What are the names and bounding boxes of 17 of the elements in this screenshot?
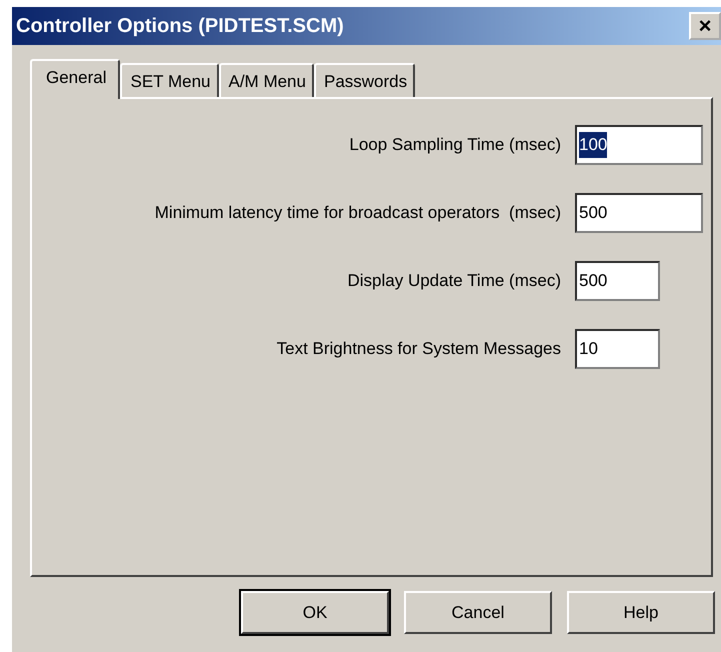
dialog-button[interactable]: Cancel: [404, 591, 552, 634]
field-label: Display Update Time (msec): [347, 270, 561, 292]
field-label: Text Brightness for System Messages: [276, 338, 561, 360]
input-field[interactable]: 500: [575, 193, 703, 233]
field-label: Loop Sampling Time (msec): [349, 134, 561, 156]
tab[interactable]: Passwords: [314, 63, 416, 97]
close-button[interactable]: ×: [689, 12, 721, 40]
dialog-button[interactable]: Help: [567, 591, 715, 634]
dialog-button[interactable]: OK: [241, 591, 389, 634]
tab[interactable]: A/M Menu: [218, 63, 314, 97]
tab[interactable]: SET Menu: [120, 63, 218, 97]
field-label: Minimum latency time for broadcast operators (msec): [154, 202, 561, 224]
tab[interactable]: General: [30, 59, 120, 99]
input-field[interactable]: 100: [575, 125, 703, 165]
window-title: Controller Options (PIDTEST.SCM): [16, 14, 344, 39]
input-field[interactable]: 10: [575, 329, 660, 369]
input-field[interactable]: 500: [575, 261, 660, 301]
